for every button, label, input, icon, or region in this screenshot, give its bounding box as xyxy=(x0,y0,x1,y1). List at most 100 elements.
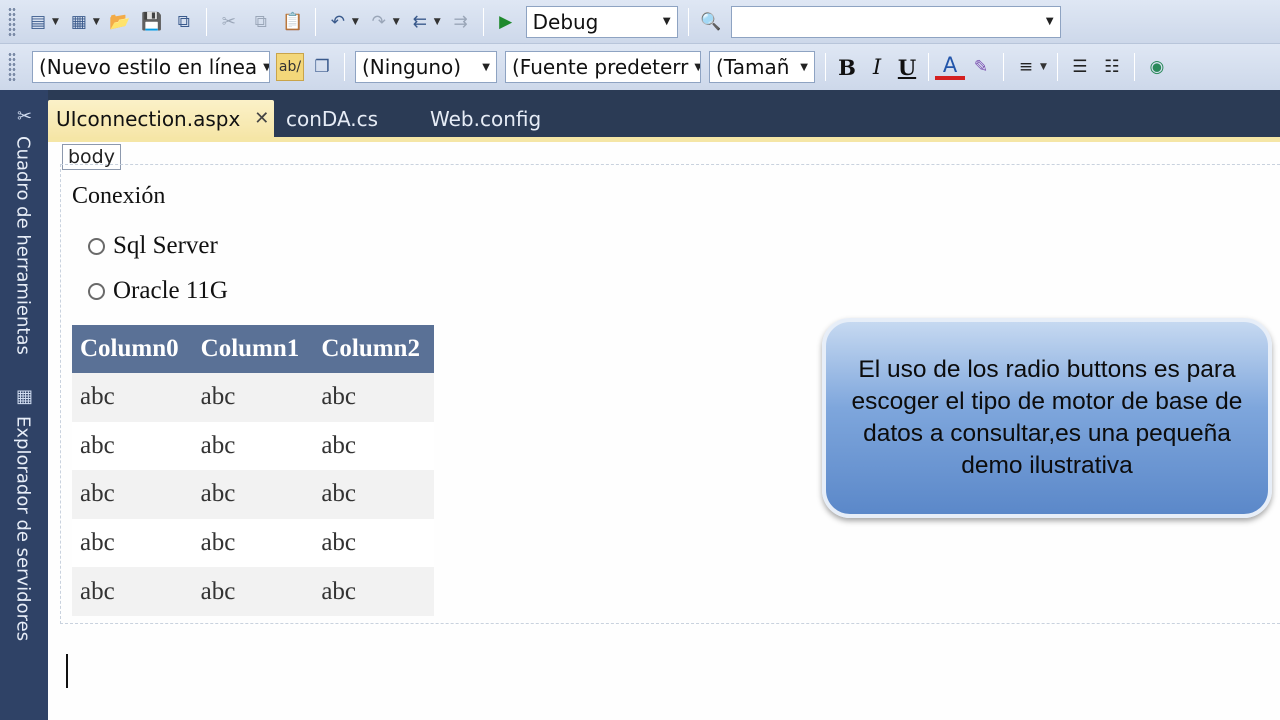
add-item-icon[interactable]: ▦ xyxy=(65,8,93,36)
toolbox-label: Cuadro de herramientas xyxy=(12,136,34,355)
grid-cell[interactable]: abc xyxy=(313,373,434,422)
chevron-down-icon[interactable]: ▼ xyxy=(52,17,59,27)
close-icon[interactable]: ✕ xyxy=(254,108,269,129)
server-explorer-icon: ▦ xyxy=(14,386,35,407)
chevron-down-icon[interactable]: ▼ xyxy=(352,17,359,27)
web-icon[interactable]: ◉ xyxy=(1143,53,1171,81)
grid-cell[interactable]: abc xyxy=(72,470,193,519)
grid-cell[interactable]: abc xyxy=(313,470,434,519)
chevron-down-icon[interactable]: ▼ xyxy=(393,17,400,27)
grid-cell[interactable]: abc xyxy=(313,567,434,616)
grid-cell[interactable]: abc xyxy=(72,567,193,616)
foreground-color-icon[interactable]: A xyxy=(935,53,965,80)
toolbox-icon: ✂ xyxy=(14,106,35,127)
justify-icon[interactable]: ≡ xyxy=(1012,53,1040,81)
save-all-icon[interactable]: ⧉ xyxy=(170,8,198,36)
table-row: abc abc abc xyxy=(72,421,434,471)
grid-cell[interactable]: abc xyxy=(192,567,314,616)
chevron-down-icon: ▼ xyxy=(662,16,671,27)
new-project-icon[interactable]: ▤ xyxy=(24,8,52,36)
tab-web-config[interactable]: Web.config xyxy=(422,100,552,137)
grid-cell[interactable]: abc xyxy=(72,518,193,568)
server-explorer-label: Explorador de servidores xyxy=(12,416,34,642)
grid-header-cell[interactable]: Column0 xyxy=(72,325,193,373)
server-explorer-tab[interactable]: ▦ Explorador de servidores xyxy=(8,386,38,656)
grid-header-cell[interactable]: Column2 xyxy=(313,325,434,373)
grid-header-row: Column0 Column1 Column2 xyxy=(72,325,434,373)
bulleted-list-icon[interactable]: ☰ xyxy=(1066,53,1094,81)
font-name-select[interactable]: (Fuente predeterr ▼ xyxy=(505,51,701,83)
tab-label: conDA.cs xyxy=(286,106,379,131)
find-in-files-icon[interactable]: 🔍 xyxy=(697,8,725,36)
open-folder-icon[interactable]: 📂 xyxy=(106,8,134,36)
paste-icon[interactable]: 📋 xyxy=(279,8,307,36)
chevron-down-icon: ▼ xyxy=(694,62,700,73)
chevron-down-icon[interactable]: ▼ xyxy=(1040,62,1047,72)
tab-uiconnection-aspx[interactable]: UIconnection.aspx ✕ xyxy=(48,100,274,137)
italic-button[interactable]: I xyxy=(862,52,892,82)
grid-cell[interactable]: abc xyxy=(313,421,434,471)
toolbar-grip[interactable] xyxy=(8,52,16,82)
grid-cell[interactable]: abc xyxy=(192,373,314,422)
solution-configuration-value: Debug xyxy=(532,9,599,34)
tab-label: Web.config xyxy=(430,106,542,131)
table-row: abc abc abc xyxy=(72,373,434,422)
navigate-backward-icon[interactable]: ⇇ xyxy=(406,8,434,36)
copy-icon[interactable]: ⧉ xyxy=(247,8,275,36)
toolbar-separator xyxy=(1056,53,1058,81)
radio-label: Sql Server xyxy=(113,232,218,259)
grid-cell[interactable]: abc xyxy=(192,421,314,471)
grid-cell[interactable]: abc xyxy=(72,421,193,471)
apply-style-icon[interactable]: ab/ xyxy=(276,53,304,81)
grid-cell[interactable]: abc xyxy=(72,373,193,422)
style-select-value: (Nuevo estilo en línea xyxy=(39,55,258,79)
grid-cell[interactable]: abc xyxy=(192,470,314,519)
toolbar-separator xyxy=(1133,53,1135,81)
annotation-callout: El uso de los radio buttons es para esco… xyxy=(822,318,1272,518)
grid-cell[interactable]: abc xyxy=(313,518,434,568)
toolbar-separator xyxy=(825,53,826,81)
font-size-select[interactable]: (Tamañ ▼ xyxy=(709,51,815,83)
data-grid[interactable]: Column0 Column1 Column2 abc abc abc abc … xyxy=(72,325,434,616)
cut-icon[interactable]: ✂ xyxy=(215,8,243,36)
text-caret xyxy=(66,654,68,688)
bold-button[interactable]: B xyxy=(832,52,862,82)
table-row: abc abc abc xyxy=(72,567,434,616)
font-size-value: (Tamañ xyxy=(716,55,790,79)
redo-icon[interactable]: ↷ xyxy=(365,8,393,36)
attach-stylesheet-icon[interactable]: ❐ xyxy=(308,53,336,81)
find-combo[interactable]: ▼ xyxy=(730,5,1061,38)
chevron-down-icon: ▼ xyxy=(482,61,490,73)
grid-header-cell[interactable]: Column1 xyxy=(192,325,314,373)
navigate-forward-icon[interactable]: ⇉ xyxy=(447,8,475,36)
toolbar-separator xyxy=(928,53,929,81)
tab-conda-cs[interactable]: conDA.cs xyxy=(278,100,408,137)
style-select[interactable]: (Nuevo estilo en línea ▼ xyxy=(32,51,270,83)
grid-cell[interactable]: abc xyxy=(192,518,314,568)
chevron-down-icon: ▼ xyxy=(263,62,269,73)
toolbar-grip[interactable] xyxy=(8,6,16,37)
undo-icon[interactable]: ↶ xyxy=(324,8,352,36)
numbered-list-icon[interactable]: ☷ xyxy=(1098,53,1126,81)
solution-configuration-select[interactable]: Debug ▼ xyxy=(525,5,678,38)
start-debugging-icon[interactable]: ▶ xyxy=(492,8,520,36)
callout-text: El uso de los radio buttons es para esco… xyxy=(851,356,1243,479)
toolbox-tab[interactable]: ✂ Cuadro de herramientas xyxy=(8,106,38,376)
chevron-down-icon[interactable]: ▼ xyxy=(434,17,441,27)
block-format-select[interactable]: (Ninguno) ▼ xyxy=(355,51,497,83)
underline-button[interactable]: U xyxy=(892,52,922,82)
radio-label: Oracle 11G xyxy=(113,277,228,304)
chevron-down-icon[interactable]: ▼ xyxy=(93,17,100,27)
font-name-value: (Fuente predeterr xyxy=(512,55,689,79)
save-icon[interactable]: 💾 xyxy=(138,8,166,36)
toolbar-separator xyxy=(1003,53,1004,81)
toolbar-separator xyxy=(205,7,207,36)
toolbar-separator xyxy=(482,7,484,36)
radio-oracle[interactable]: Oracle 11G xyxy=(88,277,228,305)
radio-sql-server[interactable]: Sql Server xyxy=(88,232,218,260)
radio-button[interactable] xyxy=(88,237,105,255)
standard-toolbar: ▤ ▼ ▦ ▼ 📂 💾 ⧉ ✂ ⧉ 📋 ↶ ▼ ↷ ▼ ⇇ ▼ ⇉ ▶ Debug ▼ 🔍… xyxy=(0,0,1280,44)
radio-button[interactable] xyxy=(88,282,105,300)
background-color-icon[interactable]: ✎ xyxy=(967,53,995,81)
chevron-down-icon: ▼ xyxy=(1045,16,1054,27)
